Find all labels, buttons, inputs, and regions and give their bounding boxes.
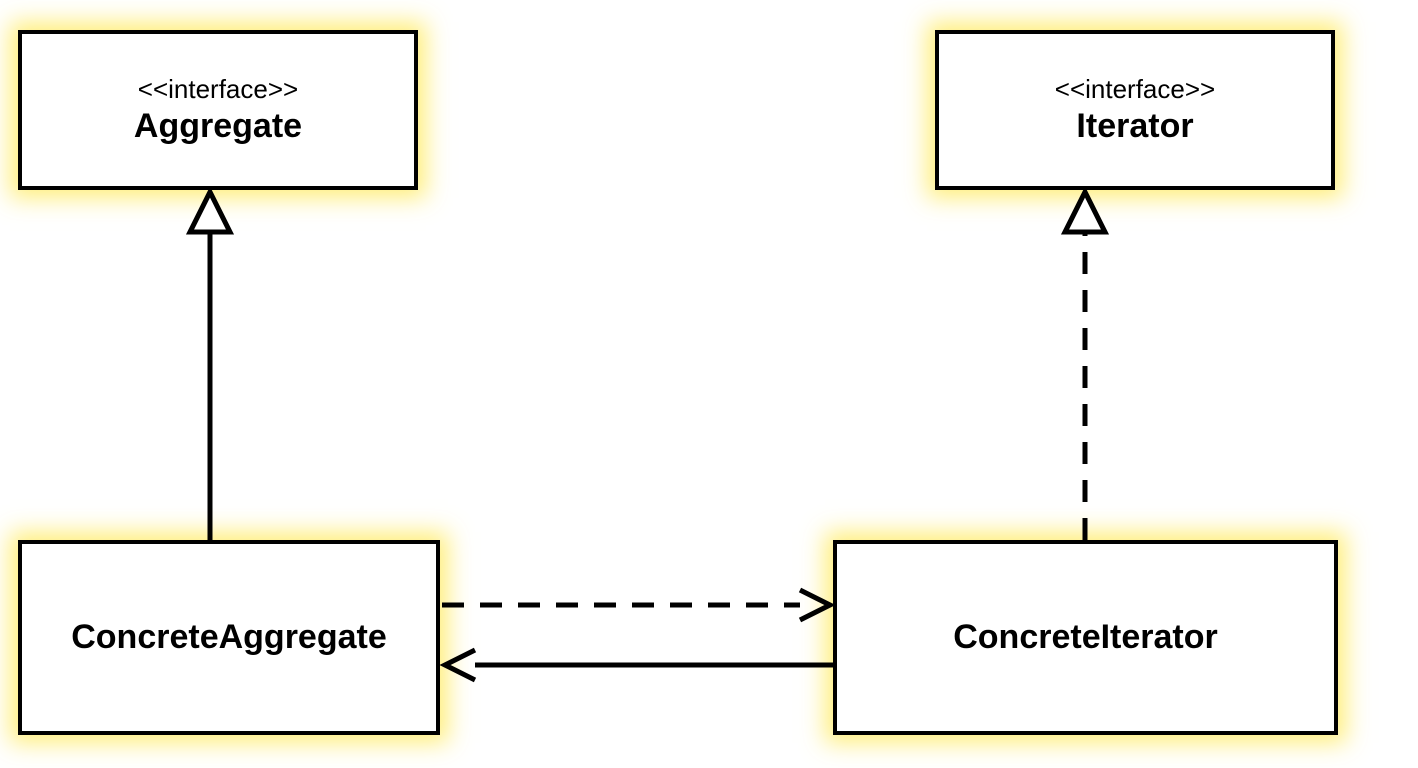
class-name: ConcreteIterator [953,618,1218,657]
stereotype-label: <<interface>> [138,74,298,105]
class-name: Iterator [1076,107,1193,146]
box-concrete-aggregate: ConcreteAggregate [18,540,440,735]
box-iterator: <<interface>> Iterator [935,30,1335,190]
class-name: ConcreteAggregate [71,618,387,657]
association-arrow [445,650,833,680]
class-name: Aggregate [134,107,302,146]
realization-iterator [1065,192,1105,540]
stereotype-label: <<interface>> [1055,74,1215,105]
dependency-arrow [442,590,830,620]
box-aggregate: <<interface>> Aggregate [18,30,418,190]
diagram-canvas: <<interface>> Aggregate <<interface>> It… [0,0,1418,768]
realization-aggregate [190,192,230,540]
box-concrete-iterator: ConcreteIterator [833,540,1338,735]
